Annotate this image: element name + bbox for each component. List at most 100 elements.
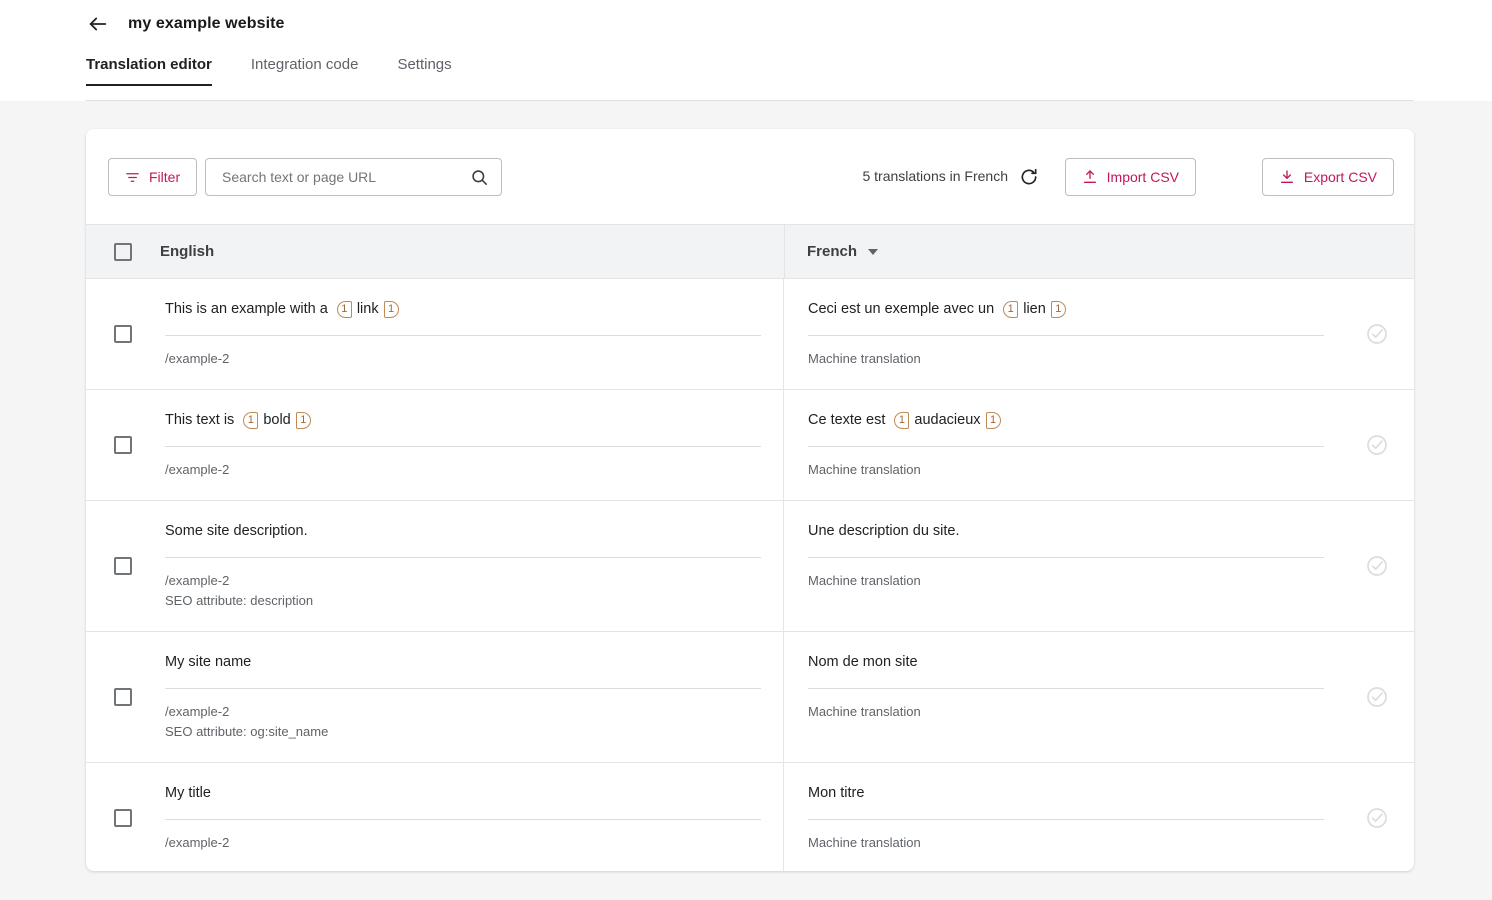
table-toolbar: Filter 5 translations in French <box>86 129 1414 224</box>
filter-label: Filter <box>149 169 181 185</box>
field-underline <box>808 819 1324 820</box>
check-circle-icon[interactable] <box>1365 322 1389 346</box>
source-text-prefix: My title <box>165 785 211 801</box>
source-url: /example-2 <box>165 573 230 588</box>
table-row: Some site description. /example-2 SEO at… <box>86 501 1414 632</box>
tag-open-badge: 1 <box>243 412 259 429</box>
target-cell: Mon titre Machine translation <box>784 763 1414 871</box>
source-text[interactable]: This text is 1 bold 1 <box>165 410 761 446</box>
search-input[interactable] <box>220 168 470 186</box>
tag-open-badge: 1 <box>1003 301 1019 318</box>
target-text[interactable]: Nom de mon site <box>808 652 1324 688</box>
column-label-french: French <box>807 243 858 260</box>
target-text-middle: lien <box>1023 301 1046 317</box>
tag-open-badge: 1 <box>894 412 910 429</box>
row-checkbox[interactable] <box>114 325 132 343</box>
check-circle-icon[interactable] <box>1365 806 1389 830</box>
target-note: Machine translation <box>808 573 921 588</box>
source-url: /example-2 <box>165 462 230 477</box>
target-note: Machine translation <box>808 704 921 719</box>
check-circle-icon[interactable] <box>1365 554 1389 578</box>
target-text[interactable]: Ce texte est 1 audacieux 1 <box>808 410 1324 446</box>
source-url: /example-2 <box>165 835 230 850</box>
target-text-prefix: Une description du site. <box>808 523 960 539</box>
check-circle-icon[interactable] <box>1365 685 1389 709</box>
import-csv-label: Import CSV <box>1106 169 1179 185</box>
column-label-english: English <box>160 243 215 260</box>
field-underline <box>808 335 1324 336</box>
source-cell: My site name /example-2 SEO attribute: o… <box>165 632 784 762</box>
row-checkbox[interactable] <box>114 688 132 706</box>
download-icon <box>1279 169 1295 185</box>
target-cell: Nom de mon site Machine translation <box>784 632 1414 762</box>
source-text-middle: link <box>356 301 379 317</box>
target-text[interactable]: Mon titre <box>808 783 1324 819</box>
translation-count: 5 translations in French <box>862 168 1008 184</box>
source-cell: My title /example-2 <box>165 763 784 871</box>
import-csv-button[interactable]: Import CSV <box>1064 158 1196 196</box>
field-underline <box>808 446 1324 447</box>
source-url: /example-2 <box>165 704 230 719</box>
search-icon[interactable] <box>470 168 489 187</box>
select-all-checkbox[interactable] <box>114 242 132 261</box>
field-underline <box>808 557 1324 558</box>
app-root: my example website Translation editor In… <box>0 0 1492 900</box>
filter-button[interactable]: Filter <box>108 158 198 196</box>
top-bar: my example website Translation editor In… <box>0 0 1492 101</box>
tag-open-badge: 1 <box>336 301 352 318</box>
search-box[interactable] <box>205 158 502 196</box>
row-checkbox[interactable] <box>114 809 132 827</box>
target-cell: Ce texte est 1 audacieux 1 Machine transla… <box>784 390 1414 500</box>
table-row: My site name /example-2 SEO attribute: o… <box>86 632 1414 763</box>
column-label-french-group[interactable]: French <box>807 243 879 260</box>
title-row: my example website <box>86 12 285 36</box>
row-checkbox-cell <box>86 390 165 500</box>
target-text[interactable]: Ceci est un exemple avec un 1 lien 1 <box>808 299 1324 335</box>
target-cell: Une description du site. Machine transla… <box>784 501 1414 631</box>
filter-icon <box>125 170 140 185</box>
chevron-down-icon[interactable] <box>868 248 879 255</box>
table-row: My title /example-2 Mon titre Machine tr… <box>86 763 1414 871</box>
source-url: /example-2 <box>165 351 230 366</box>
row-checkbox-cell <box>86 632 165 762</box>
tab-translation-editor[interactable]: Translation editor <box>86 52 212 86</box>
export-csv-button[interactable]: Export CSV <box>1261 158 1394 196</box>
table-header: English French <box>86 224 1414 279</box>
source-text-prefix: My site name <box>165 654 252 670</box>
target-note: Machine translation <box>808 351 921 366</box>
check-circle-icon[interactable] <box>1365 433 1389 457</box>
source-text-prefix: Some site description. <box>165 523 308 539</box>
field-underline <box>165 557 761 558</box>
tab-settings[interactable]: Settings <box>397 52 451 86</box>
source-seo-attribute: SEO attribute: og:site_name <box>165 724 329 739</box>
target-text[interactable]: Une description du site. <box>808 521 1324 557</box>
source-text[interactable]: Some site description. <box>165 521 761 557</box>
header-divider <box>86 100 1414 101</box>
header-cell-french: French <box>784 225 1414 278</box>
upload-icon <box>1082 169 1098 185</box>
field-underline <box>165 688 761 689</box>
tag-close-badge: 1 <box>295 412 311 429</box>
target-text-prefix: Nom de mon site <box>808 654 918 670</box>
target-text-prefix: Ceci est un exemple avec un <box>808 301 999 317</box>
export-csv-label: Export CSV <box>1303 169 1377 185</box>
refresh-icon[interactable] <box>1017 165 1041 189</box>
source-text[interactable]: My site name <box>165 652 761 688</box>
tag-close-badge: 1 <box>383 301 399 318</box>
tag-close-badge: 1 <box>985 412 1001 429</box>
source-text[interactable]: This is an example with a 1 link 1 <box>165 299 761 335</box>
tab-integration-code[interactable]: Integration code <box>251 52 359 86</box>
row-checkbox-cell <box>86 763 165 871</box>
source-text-prefix: This text is <box>165 412 239 428</box>
translations-card: Filter 5 translations in French <box>86 129 1414 871</box>
source-text-middle: bold <box>263 412 291 428</box>
tag-close-badge: 1 <box>1050 301 1066 318</box>
row-checkbox[interactable] <box>114 436 132 454</box>
target-cell: Ceci est un exemple avec un 1 lien 1 Machi… <box>784 279 1414 389</box>
source-cell: This is an example with a 1 link 1 /exampl… <box>165 279 784 389</box>
row-checkbox[interactable] <box>114 557 132 575</box>
source-text[interactable]: My title <box>165 783 761 819</box>
arrow-left-icon[interactable] <box>86 12 110 36</box>
source-cell: This text is 1 bold 1 /example-2 <box>165 390 784 500</box>
tab-bar: Translation editor Integration code Sett… <box>86 52 491 86</box>
